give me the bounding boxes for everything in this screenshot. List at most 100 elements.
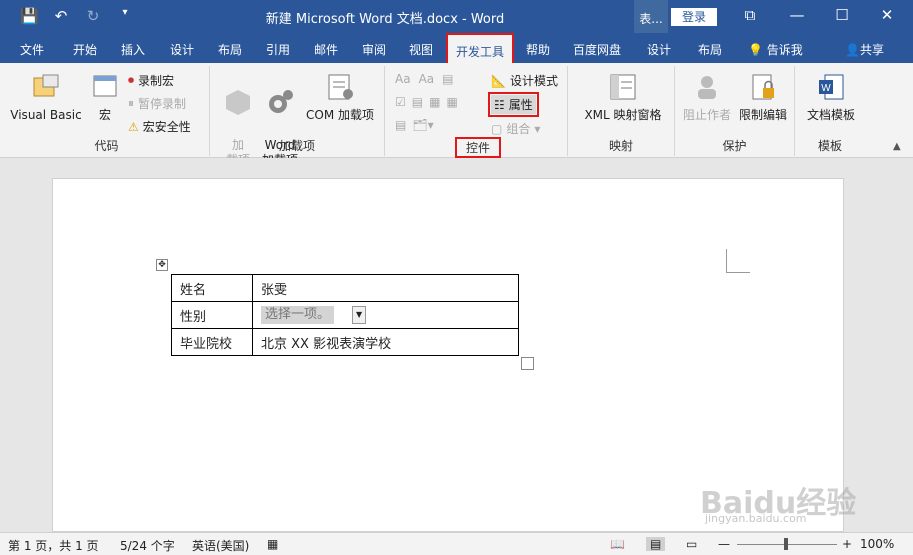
- macro-security-button[interactable]: ⚠ 宏安全性: [128, 118, 191, 135]
- status-bar: 第 1 页，共 1 页 5/24 个字 英语(美国) ▦ 📖 ▤ ▭ — + 1…: [0, 532, 913, 555]
- group-label: 组合: [506, 122, 531, 136]
- tab-layout[interactable]: 布局: [218, 41, 242, 58]
- dropdown-placeholder: 选择一项。: [261, 306, 335, 324]
- chevron-down-icon[interactable]: ▼: [352, 306, 367, 324]
- legacy-tools-icon: 🗂▾: [412, 118, 434, 132]
- check-controls-row: ☑ ▤ ▦ ▦: [395, 95, 458, 109]
- login-button[interactable]: 登录: [671, 8, 717, 26]
- macro-button[interactable]: 宏: [88, 72, 122, 123]
- svg-text:W: W: [821, 83, 831, 94]
- minimize-icon[interactable]: —: [782, 6, 812, 24]
- group-protect: 阻止作者 限制编辑 保护: [675, 66, 795, 156]
- document-template-button[interactable]: W 文档模板: [801, 72, 861, 123]
- macro-security-label: 宏安全性: [142, 120, 191, 134]
- zoom-in-icon[interactable]: +: [842, 537, 852, 551]
- table-tools-tab[interactable]: 表...: [634, 0, 668, 33]
- table-row: 毕业院校 北京 XX 影视表演学校: [171, 328, 519, 356]
- group-code-label: 代码: [94, 139, 119, 153]
- chevron-down-icon: ▾: [534, 121, 541, 136]
- rich-text-icon: Aa: [395, 72, 411, 86]
- xml-mapping-pane-button[interactable]: XML 映射窗格: [578, 72, 668, 123]
- picture-control-icon: ▤: [442, 72, 454, 86]
- pause-recording-button: ⏸ 暂停录制: [128, 95, 186, 112]
- share-button[interactable]: 👤共享: [845, 41, 884, 58]
- table-cell[interactable]: 选择一项。 ▼: [252, 301, 519, 329]
- language[interactable]: 英语(美国): [192, 537, 249, 554]
- zoom-level[interactable]: 100%: [860, 537, 894, 551]
- gender-dropdown-control[interactable]: 选择一项。 ▼: [261, 305, 367, 325]
- print-layout-icon[interactable]: ▤: [646, 537, 666, 551]
- table-move-handle-icon[interactable]: ✥: [156, 259, 168, 271]
- share-label: 共享: [859, 43, 884, 57]
- tab-references[interactable]: 引用: [266, 41, 290, 58]
- table-resize-handle[interactable]: [521, 357, 534, 370]
- tab-mailings[interactable]: 邮件: [314, 41, 338, 58]
- group-button: ▢ 组合 ▾: [491, 120, 540, 137]
- group-icon: ▢: [491, 121, 503, 136]
- tab-view[interactable]: 视图: [409, 41, 433, 58]
- zoom-out-icon[interactable]: —: [718, 537, 730, 551]
- restrict-editing-button[interactable]: 限制编辑: [735, 72, 791, 123]
- table-cell[interactable]: 姓名: [171, 274, 253, 302]
- properties-icon: ☷: [494, 97, 505, 112]
- tab-home[interactable]: 开始: [73, 41, 97, 58]
- macro-record-icon[interactable]: ▦: [267, 537, 278, 551]
- pause-icon: ⏸: [128, 96, 135, 110]
- com-addins-icon: [328, 74, 353, 100]
- ribbon-display-icon[interactable]: ⧉: [735, 6, 765, 24]
- table-cell[interactable]: 毕业院校: [171, 328, 253, 356]
- properties-label: 属性: [508, 98, 533, 112]
- document-template-label: 文档模板: [806, 108, 855, 122]
- tab-baidu-netdisk[interactable]: 百度网盘: [573, 41, 621, 58]
- maximize-icon[interactable]: ☐: [827, 6, 857, 24]
- visual-basic-button[interactable]: Visual Basic: [10, 72, 82, 123]
- tab-design[interactable]: 设计: [170, 41, 194, 58]
- tell-me-search[interactable]: 💡 告诉我: [748, 41, 803, 58]
- properties-button[interactable]: ☷ 属性: [488, 92, 539, 117]
- visual-basic-label: Visual Basic: [10, 108, 82, 122]
- document-area: ✥ 姓名 张雯 性别 选择一项。 ▼ 毕业院校 北京 XX 影视表演学校: [0, 158, 913, 532]
- tab-help[interactable]: 帮助: [526, 41, 550, 58]
- tab-file[interactable]: 文件: [20, 41, 44, 58]
- web-layout-icon[interactable]: ▭: [686, 537, 697, 551]
- com-addins-button[interactable]: COM 加载项: [302, 72, 378, 123]
- checkbox-control-icon: ☑: [395, 95, 406, 109]
- block-authors-icon: [698, 76, 716, 99]
- building-block-icon: ▤: [395, 118, 407, 132]
- word-count[interactable]: 5/24 个字: [120, 537, 175, 554]
- tab-table-layout[interactable]: 布局: [698, 41, 722, 58]
- visual-basic-icon: [33, 74, 59, 97]
- group-addins: 加 载项 Word 加载项 COM 加载项 加载项: [210, 66, 385, 167]
- tab-insert[interactable]: 插入: [121, 41, 145, 58]
- tab-developer[interactable]: 开发工具: [446, 33, 515, 63]
- record-macro-label: 录制宏: [138, 74, 175, 88]
- warning-icon: ⚠: [128, 119, 139, 134]
- table-cell[interactable]: 北京 XX 影视表演学校: [252, 328, 519, 356]
- xml-mapping-icon: [610, 74, 636, 100]
- close-icon[interactable]: ✕: [872, 6, 902, 24]
- record-macro-button[interactable]: ⏺ 录制宏: [128, 72, 174, 89]
- design-mode-label: 设计模式: [509, 74, 558, 88]
- block-authors-button: 阻止作者: [681, 72, 733, 123]
- page-count[interactable]: 第 1 页，共 1 页: [8, 537, 99, 554]
- collapse-ribbon-icon[interactable]: ▲: [893, 141, 901, 152]
- table-cell[interactable]: 性别: [171, 301, 253, 329]
- record-icon: ⏺: [128, 73, 135, 87]
- tab-table-design[interactable]: 设计: [647, 41, 671, 58]
- tell-me-label: 告诉我: [766, 43, 803, 57]
- read-mode-icon[interactable]: 📖: [610, 537, 625, 551]
- lock-document-icon: [752, 74, 774, 100]
- title-bar: 💾 ↶ ↻ ▾ 新建 Microsoft Word 文档.docx - Word…: [0, 0, 913, 33]
- zoom-slider-thumb[interactable]: [784, 538, 788, 550]
- date-control-icon: ▦: [446, 95, 458, 109]
- tab-review[interactable]: 审阅: [362, 41, 386, 58]
- baidu-watermark-url: jingyan.baidu.com: [705, 512, 807, 525]
- table-cell[interactable]: 张雯: [252, 274, 519, 302]
- word-template-icon: W: [819, 74, 844, 100]
- macro-label: 宏: [98, 108, 111, 122]
- group-templates-label: 模板: [817, 139, 842, 153]
- addin-cube-icon: [226, 90, 250, 115]
- table-row: 性别 选择一项。 ▼: [171, 301, 519, 329]
- design-mode-button[interactable]: 📐 设计模式: [491, 72, 558, 89]
- gear-icon: [269, 90, 293, 113]
